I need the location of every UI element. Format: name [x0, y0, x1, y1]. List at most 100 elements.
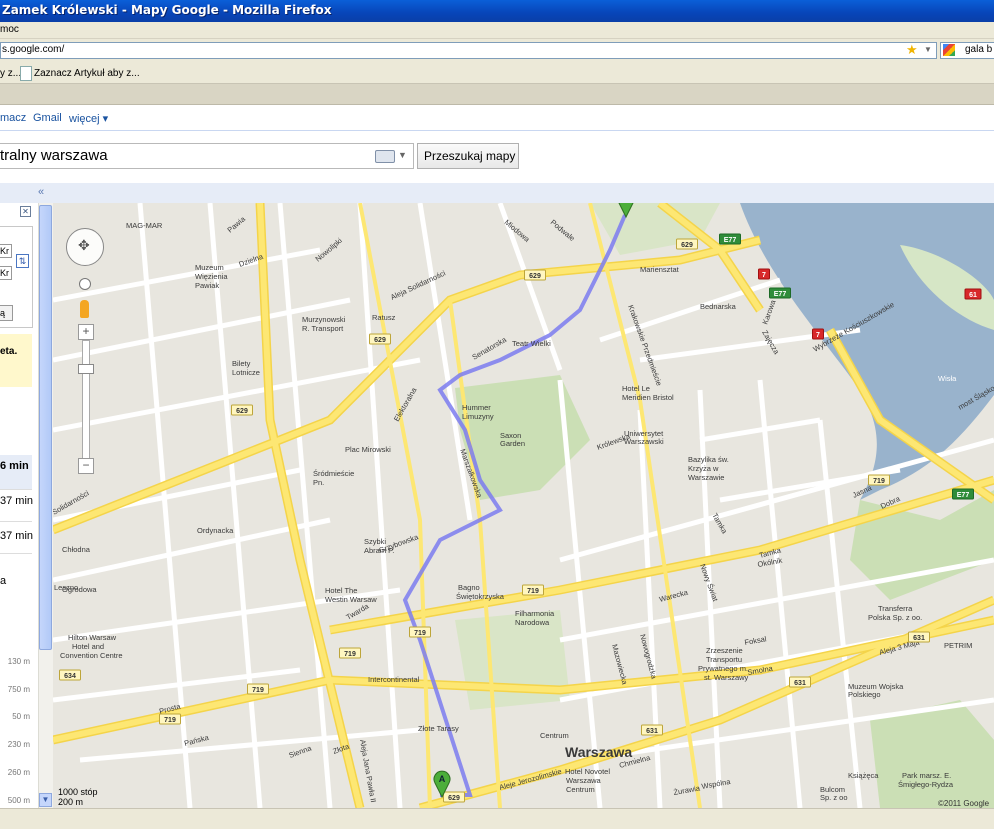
- map-label: Lotnicze: [232, 368, 260, 377]
- window-title: Zamek Królewski - Mapy Google - Mozilla …: [2, 3, 331, 17]
- road-number-badge: 629: [444, 792, 465, 802]
- start-point-input[interactable]: Kr: [0, 244, 12, 258]
- url-history-dropdown-icon[interactable]: ▼: [924, 43, 934, 57]
- menu-item-help[interactable]: moc: [0, 24, 19, 35]
- svg-text:631: 631: [794, 680, 806, 687]
- svg-text:719: 719: [344, 651, 356, 658]
- road-number-badge: 631: [790, 677, 811, 687]
- map-label: Transferra: [878, 604, 913, 613]
- gbar-link-gmail[interactable]: Gmail: [33, 112, 62, 124]
- map-label: Garden: [500, 439, 525, 448]
- window-title-bar: Zamek Królewski - Mapy Google - Mozilla …: [0, 0, 994, 22]
- scroll-down-icon[interactable]: ▼: [39, 793, 52, 807]
- map-label: Śmigłego-Rydza: [898, 780, 954, 789]
- get-directions-button[interactable]: ą: [0, 305, 13, 321]
- gbar-link-more[interactable]: więcej ▾: [69, 112, 108, 125]
- divider: [0, 553, 32, 554]
- svg-text:7: 7: [816, 332, 820, 339]
- map-label: Murzynowski: [302, 315, 346, 324]
- end-point-input[interactable]: Kr: [0, 266, 12, 280]
- bookmark-item[interactable]: Zaznacz Artykuł aby z...: [34, 68, 140, 79]
- step-distance: 230 m: [0, 740, 30, 749]
- collapse-panel-icon[interactable]: «: [38, 186, 48, 198]
- swap-directions-icon[interactable]: ⇅: [16, 254, 29, 268]
- page-icon: [20, 66, 32, 81]
- status-bar: [0, 808, 994, 829]
- map-label: Ordynacka: [197, 526, 234, 535]
- map-label: Wisła: [938, 374, 957, 383]
- street-view-pegman-icon[interactable]: [80, 300, 89, 318]
- svg-text:E77: E77: [724, 237, 737, 244]
- map-label: Polskiego: [848, 690, 881, 699]
- map-label: Centrum: [540, 731, 569, 740]
- map-label: Warszawa: [566, 776, 602, 785]
- map-label: R. Transport: [302, 324, 344, 333]
- map-label: Transportu: [706, 655, 742, 664]
- map-canvas[interactable]: MAG-MARPawiaDzielnaNowolipkiMuzeumWięzie…: [53, 203, 994, 808]
- rotate-icon[interactable]: [79, 278, 91, 290]
- url-bar[interactable]: s.google.com/: [0, 42, 937, 59]
- panel-header-band: [0, 183, 994, 203]
- svg-text:629: 629: [681, 242, 693, 249]
- scrollbar-thumb[interactable]: [39, 205, 52, 650]
- svg-text:B: B: [623, 203, 630, 204]
- map-search-input[interactable]: tralny warszawa: [0, 143, 414, 169]
- zoom-in-button[interactable]: +: [78, 324, 94, 340]
- gbar-link-translate[interactable]: macz: [0, 112, 26, 124]
- svg-text:629: 629: [448, 795, 460, 802]
- bookmark-star-icon[interactable]: ★: [906, 43, 920, 57]
- browser-search-box[interactable]: gala b: [940, 42, 994, 59]
- map-label: Centrum: [566, 785, 595, 794]
- road-number-badge: 719: [160, 714, 181, 724]
- pan-control[interactable]: ✥: [66, 228, 104, 266]
- map-label: Hotel and: [72, 642, 104, 651]
- svg-text:E77: E77: [957, 492, 970, 499]
- keyboard-icon[interactable]: [375, 150, 395, 163]
- zoom-slider-handle[interactable]: [78, 364, 94, 374]
- map-label: st. Warszawy: [704, 673, 749, 682]
- road-number-badge: 719: [248, 684, 269, 694]
- svg-text:719: 719: [414, 630, 426, 637]
- map-label: Chłodna: [62, 545, 91, 554]
- map-label: Warszawa: [565, 744, 632, 760]
- chevron-down-icon[interactable]: ▼: [398, 150, 410, 161]
- google-search-icon[interactable]: [943, 44, 955, 56]
- map-label: Sp. z oo: [820, 793, 848, 802]
- map-label: Hotel The: [325, 586, 357, 595]
- map-label: Pn.: [313, 478, 324, 487]
- park-center: [455, 610, 570, 710]
- copyright-text: ©2011 Google: [938, 799, 989, 808]
- bookmark-item[interactable]: y z...: [0, 68, 21, 79]
- road-number-badge: 629: [677, 239, 698, 249]
- svg-text:719: 719: [873, 478, 885, 485]
- map-label: Świętokrzyska: [456, 592, 505, 601]
- close-icon[interactable]: ✕: [20, 206, 31, 217]
- svg-text:629: 629: [236, 408, 248, 415]
- zoom-out-button[interactable]: −: [78, 458, 94, 474]
- menu-bar: moc: [0, 22, 994, 39]
- map-label: Bilety: [232, 359, 251, 368]
- road-number-badge: 719: [523, 585, 544, 595]
- map-label: Bazylika św.: [688, 455, 729, 464]
- svg-text:719: 719: [527, 588, 539, 595]
- map-label: Intercontinental: [368, 675, 420, 684]
- zoom-slider-track[interactable]: [82, 340, 90, 460]
- road-number-badge: E77: [770, 288, 791, 298]
- road-number-badge: 634: [60, 670, 81, 680]
- map-label: Zrzeszenie: [706, 646, 743, 655]
- route-option[interactable]: 37 min: [0, 495, 33, 507]
- toolbar-band: [0, 84, 994, 105]
- svg-text:719: 719: [252, 687, 264, 694]
- step-distance: 500 m: [0, 796, 30, 805]
- svg-text:A: A: [439, 774, 446, 784]
- route-option[interactable]: 37 min: [0, 530, 33, 542]
- route-option-selected[interactable]: 6 min: [0, 455, 32, 489]
- hand-icon[interactable]: ✥: [78, 237, 90, 254]
- svg-text:629: 629: [529, 273, 541, 280]
- svg-text:61: 61: [969, 292, 977, 299]
- road-number-badge: 719: [410, 627, 431, 637]
- search-maps-button[interactable]: Przeszukaj mapy: [417, 143, 519, 169]
- map-svg[interactable]: MAG-MARPawiaDzielnaNowolipkiMuzeumWięzie…: [53, 203, 994, 808]
- svg-text:631: 631: [913, 635, 925, 642]
- svg-text:629: 629: [374, 337, 386, 344]
